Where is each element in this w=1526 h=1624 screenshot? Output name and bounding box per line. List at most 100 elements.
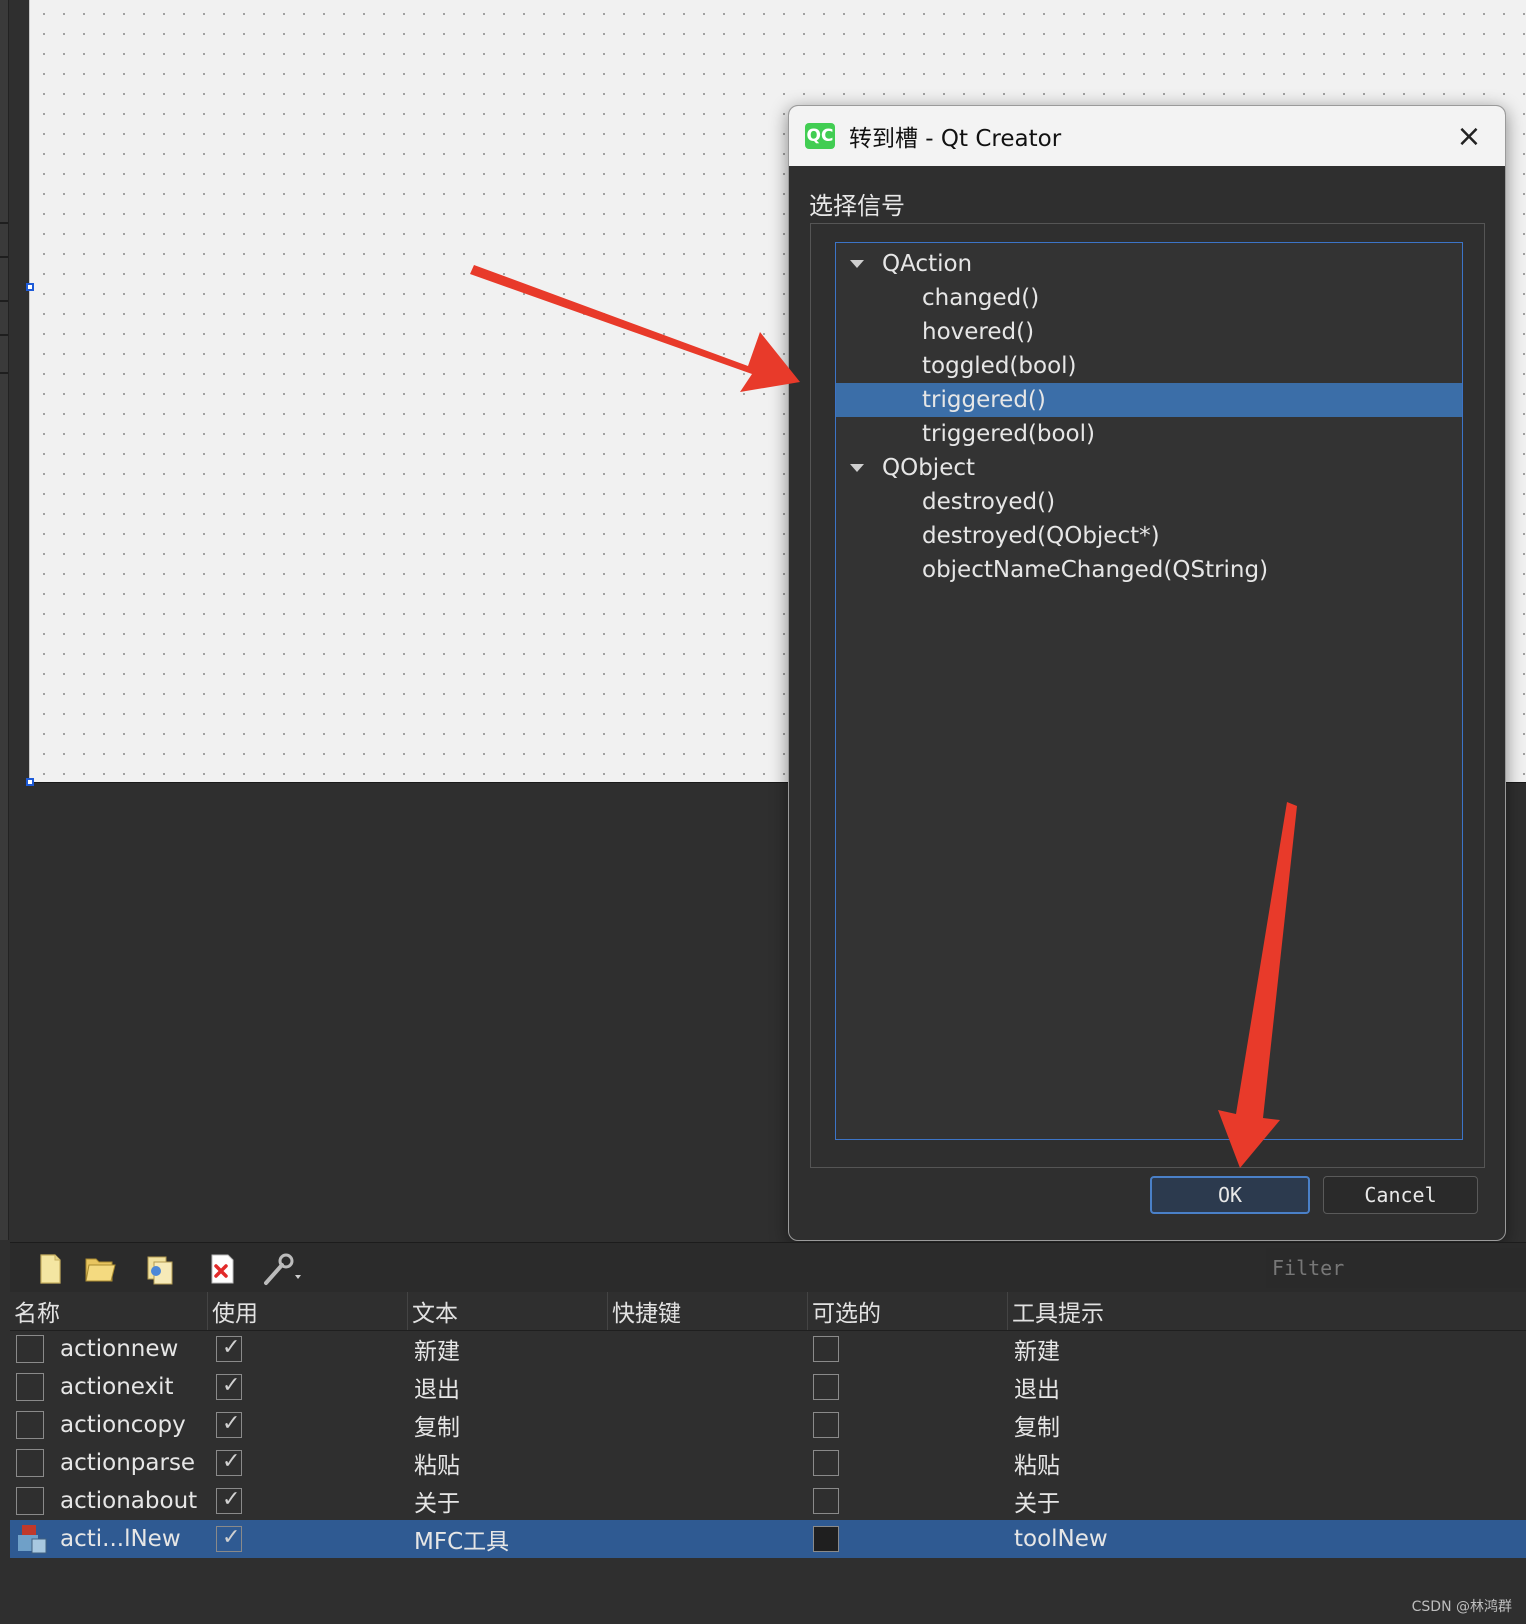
action-icon-placeholder xyxy=(16,1449,44,1477)
check-icon: ✓ xyxy=(222,1373,241,1398)
used-checkbox[interactable]: ✓ xyxy=(216,1411,242,1438)
expand-caret-icon[interactable] xyxy=(850,260,864,268)
tree-item-label: destroyed() xyxy=(922,489,1056,515)
dialog-titlebar[interactable]: QC 转到槽 - Qt Creator × xyxy=(789,106,1505,166)
close-icon[interactable]: × xyxy=(1449,116,1489,156)
checkable-checkbox[interactable] xyxy=(813,1450,839,1476)
edge-mark xyxy=(0,222,8,224)
action-icon-placeholder xyxy=(16,1487,44,1515)
checkable-checkbox[interactable] xyxy=(813,1374,839,1400)
column-header-used[interactable]: 使用 xyxy=(208,1292,408,1330)
resize-handle[interactable] xyxy=(26,283,34,291)
cancel-button[interactable]: Cancel xyxy=(1323,1176,1478,1214)
tree-item-label: objectNameChanged(QString) xyxy=(922,557,1269,583)
action-tooltip: toolNew xyxy=(1014,1526,1108,1552)
tree-item-label: toggled(bool) xyxy=(922,353,1077,379)
signal-tree[interactable]: QAction changed() hovered() toggled(bool) tr… xyxy=(835,242,1463,1140)
check-icon: ✓ xyxy=(222,1335,241,1360)
edge-mark xyxy=(0,334,8,336)
check-icon: ✓ xyxy=(222,1525,241,1550)
column-header-tooltip[interactable]: 工具提示 xyxy=(1008,1292,1526,1330)
action-icon-placeholder xyxy=(16,1335,44,1363)
signal-item[interactable]: objectNameChanged(QString) xyxy=(836,553,1462,587)
check-icon: ✓ xyxy=(222,1449,241,1474)
action-text: 粘贴 xyxy=(414,1453,460,1479)
action-tooltip: 粘贴 xyxy=(1014,1453,1060,1479)
table-row[interactable]: actionparse ✓ 粘贴 粘贴 xyxy=(10,1444,1526,1482)
signal-item[interactable]: hovered() xyxy=(836,315,1462,349)
new-action-icon[interactable] xyxy=(32,1251,68,1287)
action-name: actionexit xyxy=(60,1374,174,1400)
copy-icon[interactable] xyxy=(142,1251,178,1287)
tree-item-label: changed() xyxy=(922,285,1040,311)
table-row[interactable]: actionabout ✓ 关于 关于 xyxy=(10,1482,1526,1520)
tree-item-label: QObject xyxy=(882,455,976,481)
delete-icon[interactable] xyxy=(204,1251,240,1287)
edge-mark xyxy=(0,256,8,258)
select-signal-label: 选择信号 xyxy=(809,192,905,220)
signal-item[interactable]: triggered() xyxy=(836,383,1462,417)
action-tooltip: 复制 xyxy=(1014,1415,1060,1441)
resize-handle[interactable] xyxy=(26,778,34,786)
tree-item-label: triggered(bool) xyxy=(922,421,1095,447)
action-text: 新建 xyxy=(414,1339,460,1365)
filter-input[interactable]: Filter xyxy=(1266,1248,1526,1288)
checkable-checkbox[interactable] xyxy=(813,1488,839,1514)
used-checkbox[interactable]: ✓ xyxy=(216,1449,242,1476)
used-checkbox[interactable]: ✓ xyxy=(216,1335,242,1362)
table-header: 名称 使用 文本 快捷键 可选的 工具提示 xyxy=(10,1292,1526,1331)
checkable-checkbox[interactable] xyxy=(813,1412,839,1438)
signal-item[interactable]: destroyed(QObject*) xyxy=(836,519,1462,553)
qt-creator-logo-icon: QC xyxy=(805,123,835,149)
mfc-tool-icon xyxy=(18,1525,47,1554)
action-text: 退出 xyxy=(414,1377,460,1403)
action-text: MFC工具 xyxy=(414,1529,510,1555)
signal-item[interactable]: toggled(bool) xyxy=(836,349,1462,383)
signal-item[interactable]: destroyed() xyxy=(836,485,1462,519)
go-to-slot-dialog: QC 转到槽 - Qt Creator × 选择信号 QAction change… xyxy=(788,105,1506,1241)
checkable-checkbox[interactable] xyxy=(813,1336,839,1362)
open-folder-icon[interactable] xyxy=(82,1251,118,1287)
watermark-credit: CSDN @林鸿群 xyxy=(1411,1599,1512,1615)
used-checkbox[interactable]: ✓ xyxy=(216,1525,242,1552)
action-name: actionnew xyxy=(60,1336,179,1362)
tree-group-item[interactable]: QAction xyxy=(836,247,1462,281)
action-tooltip: 关于 xyxy=(1014,1491,1060,1517)
tree-item-label: QAction xyxy=(882,251,973,277)
column-header-text[interactable]: 文本 xyxy=(408,1292,608,1330)
used-checkbox[interactable]: ✓ xyxy=(216,1487,242,1514)
edge-mark xyxy=(0,372,8,374)
column-header-checkable[interactable]: 可选的 xyxy=(808,1292,1008,1330)
check-icon: ✓ xyxy=(222,1411,241,1436)
column-header-shortcut[interactable]: 快捷键 xyxy=(608,1292,808,1330)
action-tooltip: 新建 xyxy=(1014,1339,1060,1365)
tree-group-item[interactable]: QObject xyxy=(836,451,1462,485)
action-icon-placeholder xyxy=(16,1411,44,1439)
action-text: 复制 xyxy=(414,1415,460,1441)
table-row[interactable]: actionnew ✓ 新建 新建 xyxy=(10,1330,1526,1368)
tree-item-label: destroyed(QObject*) xyxy=(922,523,1160,549)
action-name: actioncopy xyxy=(60,1412,186,1438)
edge-mark xyxy=(0,300,8,302)
action-name: acti...lNew xyxy=(60,1526,181,1552)
checkable-checkbox[interactable] xyxy=(813,1526,839,1552)
column-header-name[interactable]: 名称 xyxy=(10,1292,208,1330)
action-name: actionabout xyxy=(60,1488,198,1514)
signal-item[interactable]: triggered(bool) xyxy=(836,417,1462,451)
action-tooltip: 退出 xyxy=(1014,1377,1060,1403)
dialog-title: 转到槽 - Qt Creator xyxy=(849,126,1062,152)
configure-icon[interactable] xyxy=(260,1251,306,1287)
signal-item[interactable]: changed() xyxy=(836,281,1462,315)
action-icon-placeholder xyxy=(16,1373,44,1401)
ok-button[interactable]: OK xyxy=(1150,1176,1310,1214)
table-row[interactable]: actioncopy ✓ 复制 复制 xyxy=(10,1406,1526,1444)
table-row[interactable]: actionexit ✓ 退出 退出 xyxy=(10,1368,1526,1406)
expand-caret-icon[interactable] xyxy=(850,464,864,472)
check-icon: ✓ xyxy=(222,1487,241,1512)
tree-item-label: hovered() xyxy=(922,319,1035,345)
tree-item-label: triggered() xyxy=(922,387,1046,413)
table-row[interactable]: acti...lNew ✓ MFC工具 toolNew xyxy=(10,1520,1526,1558)
action-table: 名称 使用 文本 快捷键 可选的 工具提示 actionnew ✓ 新建 新建 acti… xyxy=(10,1292,1526,1624)
used-checkbox[interactable]: ✓ xyxy=(216,1373,242,1400)
action-name: actionparse xyxy=(60,1450,196,1476)
